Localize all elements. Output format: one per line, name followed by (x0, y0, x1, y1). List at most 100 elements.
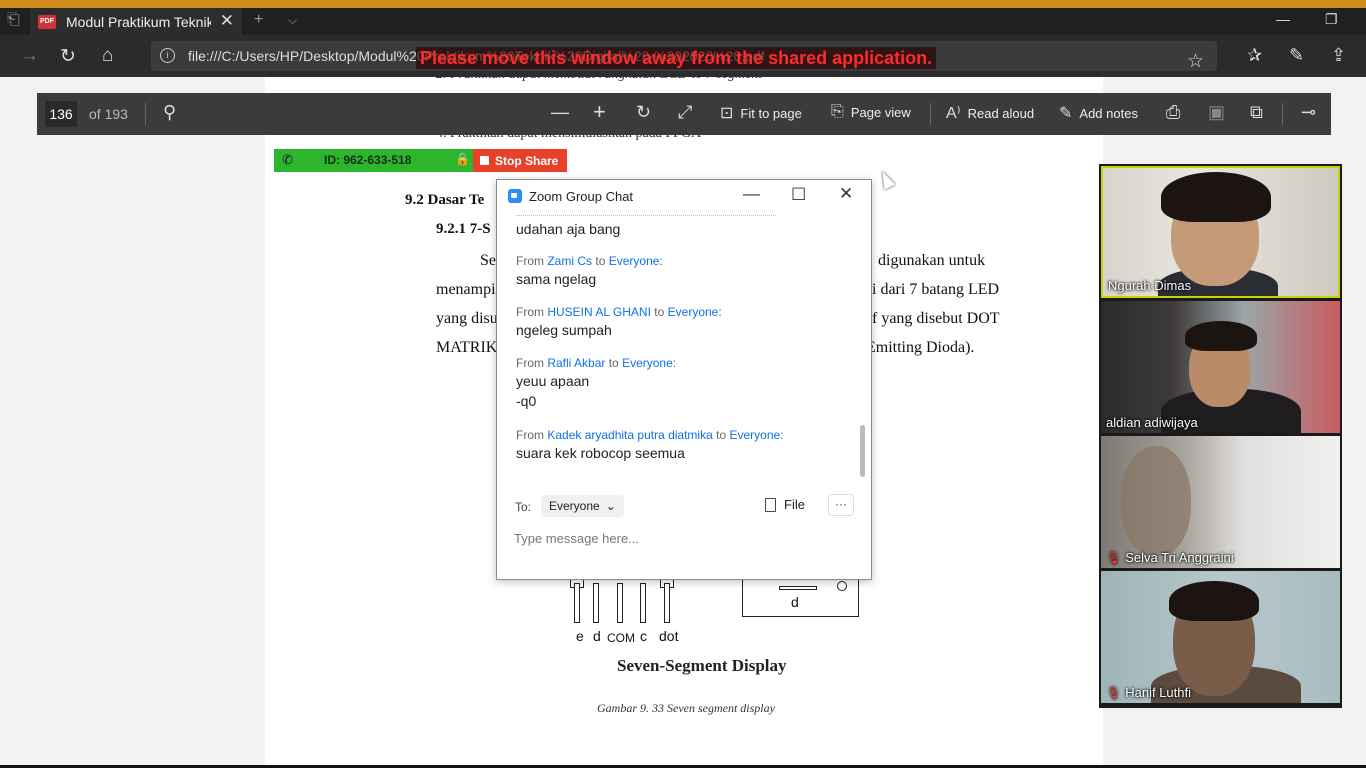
tab-close-icon[interactable]: ✕ (220, 11, 234, 31)
pin-label-c: c (640, 628, 647, 644)
pin (640, 583, 646, 623)
save-as-icon[interactable]: ⧉ (1250, 102, 1263, 123)
favorites-icon[interactable]: ✰ (1247, 45, 1262, 66)
page-view-icon: ⎘ (831, 103, 844, 120)
share-icon[interactable]: ⇪ (1331, 45, 1346, 66)
paragraph-line-2-left: menampi (436, 281, 496, 298)
paragraph-line-1-right: digunakan untuk (878, 252, 986, 269)
chat-titlebar[interactable]: Zoom Group Chat — ☐ ✕ (497, 180, 871, 212)
zoom-share-warning: Please move this window away from the sh… (416, 47, 937, 69)
add-notes-button[interactable]: ✎ Add notes (1059, 103, 1138, 123)
paragraph-line-3-right: f yang disebut DOT (872, 310, 1000, 327)
video-tile[interactable]: Ngurah Dimas (1101, 166, 1340, 298)
chat-scrollbar[interactable] (860, 425, 865, 477)
message-text: udahan aja bang (516, 221, 621, 237)
file-label: File (784, 497, 805, 512)
read-aloud-button[interactable]: A⁾ Read aloud (946, 103, 1034, 123)
tab-pdf[interactable]: PDF Modul Praktikum Teknik ✕ (30, 8, 242, 35)
video-tile[interactable]: 🎙 Hanif Luthfi (1101, 571, 1340, 703)
rotate-icon[interactable]: ↻ (636, 102, 651, 123)
paragraph-line-4-left: MATRIK (436, 339, 498, 356)
info-icon[interactable]: i (160, 48, 175, 63)
maximize-icon[interactable]: ☐ (791, 185, 806, 205)
favorite-star-icon[interactable]: ☆ (1187, 50, 1204, 73)
section-heading-9-2-1: 9.2.1 7-S (436, 221, 491, 237)
more-options-button[interactable]: ··· (828, 494, 854, 516)
meeting-info-bar[interactable]: ✆ ID: 962-633-518 🔒 (274, 149, 473, 172)
chat-message: From Zami Cs to Everyone: sama ngelag (516, 253, 846, 289)
recipient-dropdown[interactable]: Everyone ⌄ (541, 495, 624, 517)
meeting-id: ID: 962-633-518 (324, 153, 412, 167)
pdf-toolbar: 136 of 193 ⚲ — + ↻ ⤢ ⊡ Fit to page ⎘ Pag… (37, 93, 1331, 135)
chat-composer: To: Everyone ⌄ File ··· (497, 482, 871, 579)
page-number-input[interactable]: 136 (45, 101, 77, 127)
page-count: of 193 (89, 106, 128, 122)
muted-mic-icon: 🎙 (1106, 685, 1122, 700)
divider (145, 103, 146, 125)
message-text: -q0 (516, 393, 537, 409)
decimal-dot (837, 581, 847, 591)
divider (1282, 103, 1283, 125)
forward-icon[interactable]: → (20, 45, 39, 67)
paragraph-line-2-right: i dari 7 batang LED (872, 281, 1000, 298)
restore-icon[interactable]: ❐ (1325, 11, 1338, 28)
participant-hair (1161, 172, 1271, 222)
web-capture-icon[interactable]: ✎ (1289, 45, 1304, 66)
participant-name: 🎙 Selva Tri Anggraini (1106, 550, 1234, 565)
chat-message: From Rafli Akbar to Everyone: yeuu apaan… (516, 355, 846, 411)
new-tab-icon[interactable]: + (254, 11, 263, 29)
minimize-icon[interactable]: — (1276, 11, 1290, 27)
pin (574, 583, 580, 623)
stop-icon (480, 156, 489, 165)
tab-actions-icon[interactable]: ⎗ (7, 11, 20, 29)
participant-name: aldian adiwijaya (1106, 415, 1198, 430)
page-view-button[interactable]: ⎘ Page view (831, 103, 911, 121)
chevron-down-icon[interactable]: ⌵ (288, 13, 297, 28)
page-view-label: Page view (850, 104, 911, 120)
zoom-out-icon[interactable]: — (551, 102, 569, 123)
close-icon[interactable]: ✕ (839, 184, 853, 204)
print-icon[interactable]: ⎙ (1166, 102, 1180, 123)
read-aloud-label: Read aloud (967, 105, 1035, 121)
minimize-icon[interactable]: — (743, 184, 760, 204)
video-tile[interactable]: 🎙 Selva Tri Anggraini (1101, 436, 1340, 568)
muted-mic-icon: 🎙 (1106, 550, 1122, 565)
participant-name: Ngurah Dimas (1108, 278, 1192, 293)
stop-share-button[interactable]: Stop Share (473, 149, 567, 172)
sender-name[interactable]: HUSEIN AL GHANI (547, 305, 651, 319)
segment-display-box: d (742, 576, 859, 617)
pin-label-d: d (593, 628, 601, 644)
zoom-in-icon[interactable]: + (593, 99, 606, 125)
fit-page-icon: ⊡ (720, 105, 734, 122)
sender-name[interactable]: Kadek aryadhita putra diatmika (547, 428, 712, 442)
refresh-icon[interactable]: ↻ (60, 45, 76, 68)
file-button[interactable]: File (765, 497, 805, 512)
to-label: To: (515, 500, 532, 514)
pin (593, 583, 599, 623)
sender-name[interactable]: Zami Cs (547, 254, 592, 268)
chat-message-list[interactable]: udahan aja bang From Zami Cs to Everyone… (497, 212, 871, 482)
recipient-name[interactable]: Everyone: (729, 428, 783, 442)
search-icon[interactable]: ⚲ (163, 102, 176, 123)
page-fragment-top: 2. Praktikan dapat membuat rangkaian BCD… (436, 67, 763, 82)
chat-title: Zoom Group Chat (529, 189, 634, 204)
message-header: From HUSEIN AL GHANI to Everyone: (516, 305, 722, 319)
phone-icon: ✆ (282, 152, 293, 167)
divider (930, 103, 931, 125)
save-icon[interactable]: ▣ (1208, 102, 1225, 123)
recipient-name[interactable]: Everyone: (668, 305, 722, 319)
sender-name[interactable]: Rafli Akbar (547, 356, 605, 370)
tab-title: Modul Praktikum Teknik (66, 13, 211, 30)
message-input[interactable] (514, 527, 854, 549)
pdf-file-icon: PDF (38, 14, 56, 29)
pin-toolbar-icon[interactable]: ⊸ (1301, 102, 1316, 123)
fullscreen-icon[interactable]: ⤢ (678, 102, 692, 123)
home-icon[interactable]: ⌂ (102, 45, 113, 67)
recipient-name[interactable]: Everyone: (609, 254, 663, 268)
segment-d-bar (779, 586, 817, 590)
recipient-name[interactable]: Everyone: (622, 356, 676, 370)
fit-to-page-button[interactable]: ⊡ Fit to page (720, 103, 802, 123)
video-tile[interactable]: aldian adiwijaya (1101, 301, 1340, 433)
lock-icon: 🔒 (455, 152, 470, 166)
figure-caption: Gambar 9. 33 Seven segment display (597, 701, 775, 715)
